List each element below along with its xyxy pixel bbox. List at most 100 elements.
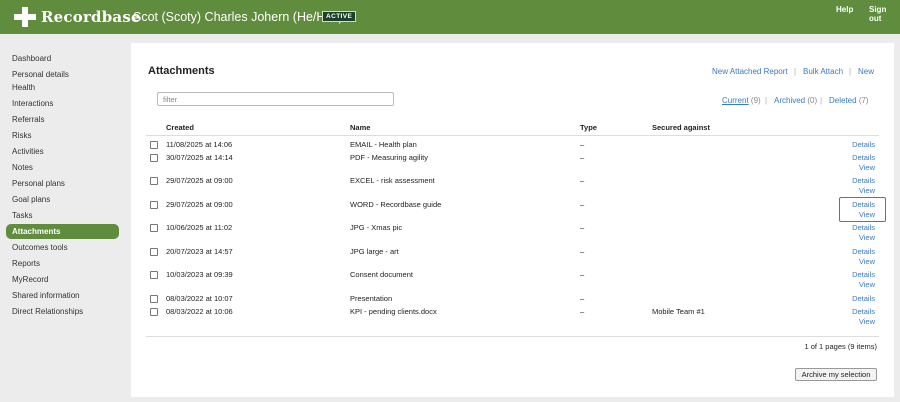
sidebar-item-shared-information[interactable]: Shared information	[6, 288, 119, 303]
row-created: 29/07/2025 at 09:00	[166, 200, 233, 209]
filter-current[interactable]: Current (9)	[722, 96, 761, 105]
highlight-box	[839, 197, 886, 222]
row-type: –	[580, 294, 585, 303]
row-type: –	[580, 270, 585, 279]
sidebar-item-referrals[interactable]: Referrals	[6, 112, 119, 127]
details-link[interactable]: Details	[852, 140, 875, 149]
page-title: Attachments	[148, 65, 215, 77]
sidebar-item-tasks[interactable]: Tasks	[6, 208, 119, 223]
row-name: Consent document	[350, 270, 413, 279]
archive-selection-button[interactable]: Archive my selection	[795, 368, 877, 381]
row-name: Presentation	[350, 294, 393, 303]
row-created: 20/07/2023 at 14:57	[166, 247, 233, 256]
column-header-secured-against[interactable]: Secured against	[652, 123, 710, 132]
filter-input[interactable]	[157, 92, 394, 106]
details-link[interactable]: Details	[852, 176, 875, 185]
filter-divider: |	[820, 96, 823, 105]
sidebar-item-health[interactable]: Health	[6, 80, 119, 95]
row-type: –	[580, 307, 585, 316]
help-link[interactable]: Help	[836, 5, 853, 14]
view-link[interactable]: View	[859, 257, 875, 266]
recordbase-logo[interactable]: Recordbase	[14, 7, 141, 27]
row-created: 10/06/2025 at 11:02	[166, 223, 233, 232]
details-link[interactable]: Details	[852, 223, 875, 232]
row-type: –	[580, 153, 585, 162]
column-header-name[interactable]: Name	[350, 123, 370, 132]
new-attached-report-link[interactable]: New Attached Report	[712, 67, 788, 76]
sidebar-item-attachments[interactable]: Attachments	[6, 224, 119, 239]
logo-text: Recordbase	[41, 8, 141, 26]
row-type: –	[580, 200, 585, 209]
table-bottom-divider	[146, 336, 879, 337]
view-link[interactable]: View	[859, 186, 875, 195]
filter-divider: |	[765, 96, 768, 105]
view-link[interactable]: View	[859, 233, 875, 242]
sidebar-item-interactions[interactable]: Interactions	[6, 96, 119, 111]
row-name: JPG large - art	[350, 247, 399, 256]
row-secured-against: Mobile Team #1	[652, 307, 705, 316]
sidebar-item-personal-plans[interactable]: Personal plans	[6, 176, 119, 191]
row-name: KPI - pending clients.docx	[350, 307, 437, 316]
view-link[interactable]: View	[859, 163, 875, 172]
details-link[interactable]: Details	[852, 270, 875, 279]
row-checkbox[interactable]	[150, 177, 158, 185]
row-checkbox[interactable]	[150, 308, 158, 316]
sidebar-item-direct-relationships[interactable]: Direct Relationships	[6, 304, 119, 319]
view-link[interactable]: View	[859, 280, 875, 289]
row-created: 08/03/2022 at 10:06	[166, 307, 233, 316]
person-name: Scot (Scoty) Charles Johern (He/Him)	[133, 10, 343, 24]
row-created: 11/08/2025 at 14:06	[166, 140, 233, 149]
row-type: –	[580, 247, 585, 256]
new-link[interactable]: New	[858, 67, 874, 76]
view-link[interactable]: View	[859, 317, 875, 326]
pagination-summary: 1 of 1 pages (9 items)	[804, 342, 877, 351]
filter-current-count: (9)	[750, 96, 761, 105]
row-created: 10/03/2023 at 09:39	[166, 270, 233, 279]
filter-archived-count: (0)	[807, 96, 818, 105]
row-checkbox[interactable]	[150, 271, 158, 279]
sidebar-item-goal-plans[interactable]: Goal plans	[6, 192, 119, 207]
header-divider	[146, 135, 879, 136]
filter-current-label[interactable]: Current	[722, 96, 749, 105]
filter-deleted-count: (7)	[858, 96, 869, 105]
sign-out-link[interactable]: Sign out	[869, 5, 900, 23]
filter-archived[interactable]: Archived (0)	[774, 96, 817, 105]
details-link[interactable]: Details	[852, 247, 875, 256]
details-link[interactable]: Details	[852, 294, 875, 303]
row-type: –	[580, 223, 585, 232]
row-checkbox[interactable]	[150, 224, 158, 232]
sidebar-item-dashboard[interactable]: Dashboard	[6, 51, 119, 66]
cross-logo-icon	[14, 7, 36, 27]
row-created: 30/07/2025 at 14:14	[166, 153, 233, 162]
row-checkbox[interactable]	[150, 201, 158, 209]
action-divider: |	[794, 67, 797, 76]
column-header-type[interactable]: Type	[580, 123, 597, 132]
attachments-panel: Attachments New Attached Report | Bulk A…	[131, 43, 894, 397]
details-link[interactable]: Details	[852, 153, 875, 162]
filter-archived-label[interactable]: Archived	[774, 96, 805, 105]
top-bar: Recordbase Scot (Scoty) Charles Johern (…	[0, 0, 900, 34]
details-link[interactable]: Details	[852, 307, 875, 316]
row-checkbox[interactable]	[150, 141, 158, 149]
sidebar-item-activities[interactable]: Activities	[6, 144, 119, 159]
row-created: 29/07/2025 at 09:00	[166, 176, 233, 185]
row-name: PDF - Measuring agility	[350, 153, 428, 162]
row-checkbox[interactable]	[150, 154, 158, 162]
action-divider: |	[849, 67, 852, 76]
sidebar-item-myrecord[interactable]: MyRecord	[6, 272, 119, 287]
sidebar-item-reports[interactable]: Reports	[6, 256, 119, 271]
row-checkbox[interactable]	[150, 248, 158, 256]
filter-deleted[interactable]: Deleted (7)	[829, 96, 869, 105]
column-header-created[interactable]: Created	[166, 123, 194, 132]
sidebar-item-risks[interactable]: Risks	[6, 128, 119, 143]
sidebar-item-outcomes-tools[interactable]: Outcomes tools	[6, 240, 119, 255]
bulk-attach-link[interactable]: Bulk Attach	[803, 67, 843, 76]
row-checkbox[interactable]	[150, 295, 158, 303]
row-name: JPG - Xmas pic	[350, 223, 403, 232]
row-created: 08/03/2022 at 10:07	[166, 294, 233, 303]
status-badge: ACTIVE	[322, 11, 357, 22]
sidebar-item-notes[interactable]: Notes	[6, 160, 119, 175]
row-type: –	[580, 176, 585, 185]
row-name: WORD - Recordbase guide	[350, 200, 442, 209]
filter-deleted-label[interactable]: Deleted	[829, 96, 857, 105]
